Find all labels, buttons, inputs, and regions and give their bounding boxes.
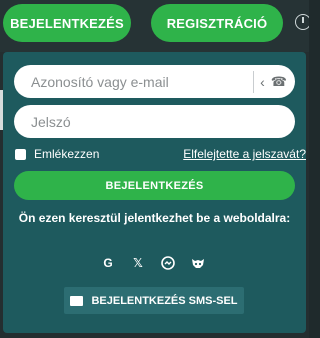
forgot-password-link[interactable]: Elfelejtette a jelszavát? xyxy=(183,147,306,161)
password-placeholder: Jelszó xyxy=(31,113,71,130)
input-divider xyxy=(253,70,255,93)
identifier-input-icons: ‹ ☎ xyxy=(253,65,287,98)
phone-icon[interactable]: ☎ xyxy=(271,74,287,90)
google-icon[interactable]: G xyxy=(101,256,115,270)
sms-login-label: BEJELENTKEZÉS SMS-SEL xyxy=(91,294,238,307)
remember-me[interactable]: Emlékezzen xyxy=(15,147,99,161)
header-register-button[interactable]: REGISZTRÁCIÓ xyxy=(151,4,283,42)
messenger-icon[interactable] xyxy=(161,256,175,270)
envelope-icon xyxy=(70,295,84,306)
x-icon[interactable]: 𝕏 xyxy=(131,256,145,270)
top-bar: BEJELENTKEZÉS REGISZTRÁCIÓ xyxy=(0,0,309,52)
login-panel: Azonosító vagy e-mail ‹ ☎ Jelszó Emlékez… xyxy=(3,52,306,333)
social-login-icons: G 𝕏 xyxy=(101,256,205,270)
remember-label: Emlékezzen xyxy=(34,147,100,161)
password-input[interactable]: Jelszó xyxy=(14,105,295,138)
clock-icon[interactable] xyxy=(295,14,309,30)
identifier-input[interactable]: Azonosító vagy e-mail ‹ ☎ xyxy=(14,65,295,98)
login-submit-button[interactable]: BEJELENTKEZÉS xyxy=(14,171,295,200)
mask-icon[interactable] xyxy=(191,256,205,270)
page: BEJELENTKEZÉS REGISZTRÁCIÓ Azonosító vag… xyxy=(0,0,309,338)
identifier-placeholder: Azonosító vagy e-mail xyxy=(31,73,169,90)
social-login-title: Ön ezen keresztül jelentkezhet be a webo… xyxy=(18,211,291,225)
chevron-left-icon[interactable]: ‹ xyxy=(260,74,265,90)
sms-login-button[interactable]: BEJELENTKEZÉS SMS-SEL xyxy=(64,287,244,314)
remember-checkbox[interactable] xyxy=(15,148,26,160)
header-login-button[interactable]: BEJELENTKEZÉS xyxy=(3,4,131,42)
